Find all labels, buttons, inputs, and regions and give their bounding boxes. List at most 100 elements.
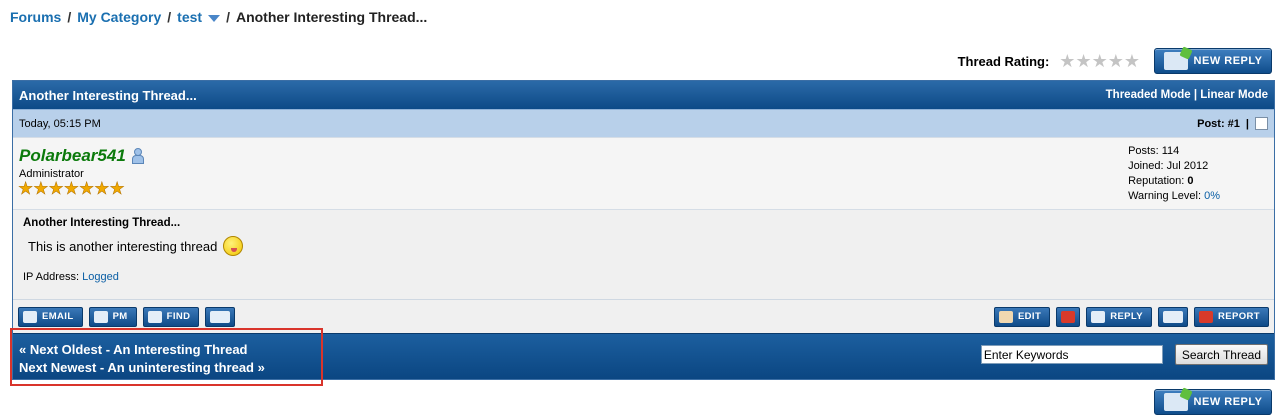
post-actions-right: EDIT REPLY REPORT: [993, 306, 1269, 327]
stat-posts-label: Posts:: [1128, 145, 1159, 157]
breadcrumb-forums-link[interactable]: Forums: [10, 9, 61, 25]
post-subject: Another Interesting Thread...: [23, 217, 181, 229]
add-buddy-icon: [210, 310, 231, 323]
email-label: EMAIL: [42, 311, 74, 322]
post-select-checkbox[interactable]: [1255, 117, 1268, 130]
stat-reputation-value[interactable]: 0: [1187, 175, 1193, 187]
stat-joined-label: Joined:: [1128, 160, 1164, 172]
find-button[interactable]: FIND: [142, 306, 200, 327]
breadcrumb: Forums / My Category / test / Another Interest…: [10, 9, 427, 25]
post-number-separator: |: [1245, 117, 1249, 130]
reply-icon: [1091, 310, 1106, 323]
new-reply-label: NEW REPLY: [1193, 396, 1263, 408]
new-reply-icon: [1163, 393, 1188, 411]
rating-star-icon[interactable]: ★: [1059, 52, 1075, 70]
author-rank-stars: ★ ★ ★ ★ ★ ★ ★: [18, 179, 125, 198]
post-author-area: Polarbear541 Administrator ★ ★ ★ ★ ★ ★ ★…: [13, 137, 1274, 209]
report-button[interactable]: REPORT: [1194, 306, 1269, 327]
magnifier-icon: [147, 310, 162, 323]
edit-label: EDIT: [1017, 311, 1042, 322]
email-button[interactable]: EMAIL: [18, 306, 83, 327]
stat-warning-label: Warning Level:: [1128, 190, 1202, 202]
breadcrumb-test-link[interactable]: test: [177, 9, 202, 25]
rank-star-icon: ★: [48, 179, 64, 198]
author-username[interactable]: Polarbear541: [19, 146, 144, 166]
stat-reputation-label: Reputation:: [1128, 175, 1185, 187]
new-reply-icon: [1163, 52, 1188, 70]
thread-nav-links: « Next Oldest - An Interesting Thread Ne…: [19, 341, 265, 377]
email-icon: [23, 310, 37, 323]
stat-joined: Joined: Jul 2012: [1128, 159, 1220, 174]
rank-star-icon: ★: [109, 179, 125, 198]
new-reply-label: NEW REPLY: [1193, 55, 1263, 67]
breadcrumb-category-link[interactable]: My Category: [77, 9, 161, 25]
view-modes: Threaded Mode | Linear Mode: [1106, 89, 1268, 101]
ip-logged-link[interactable]: Logged: [82, 271, 119, 283]
rating-star-icon[interactable]: ★: [1108, 52, 1124, 70]
rating-star-icon[interactable]: ★: [1092, 52, 1108, 70]
rating-star-icon[interactable]: ★: [1075, 52, 1091, 70]
reply-label: REPLY: [1110, 311, 1143, 322]
post-number-area: Post: #1 |: [1197, 117, 1268, 130]
rank-star-icon: ★: [63, 179, 79, 198]
tongue-smiley-icon: [223, 236, 244, 256]
delete-button[interactable]: [1056, 306, 1081, 327]
breadcrumb-separator: /: [67, 9, 72, 25]
report-label: REPORT: [1218, 311, 1260, 322]
thread-search: Search Thread: [980, 344, 1268, 365]
modes-separator: |: [1193, 89, 1198, 101]
multiquote-button[interactable]: [1158, 306, 1188, 327]
dropdown-arrow-icon[interactable]: [208, 14, 221, 22]
thread-navigation-bar: « Next Oldest - An Interesting Thread Ne…: [13, 333, 1274, 379]
thread-title: Another Interesting Thread...: [19, 87, 197, 103]
rating-star-icon[interactable]: ★: [1124, 52, 1140, 70]
new-reply-button-bottom[interactable]: NEW REPLY: [1154, 389, 1272, 415]
post-message-text: This is another interesting thread: [28, 238, 218, 254]
bottom-reply-area: NEW REPLY: [1154, 389, 1272, 415]
search-thread-button[interactable]: Search Thread: [1174, 344, 1268, 365]
search-keywords-input[interactable]: [980, 345, 1163, 364]
post-message: This is another interesting thread: [28, 236, 244, 256]
rank-star-icon: ★: [79, 179, 95, 198]
linear-mode-link[interactable]: Linear Mode: [1200, 89, 1268, 101]
rank-star-icon: ★: [33, 179, 49, 198]
author-stats: Posts: 114 Joined: Jul 2012 Reputation: …: [1128, 144, 1220, 204]
report-icon: [1199, 310, 1213, 323]
add-buddy-button[interactable]: [205, 306, 236, 327]
thread-container: Another Interesting Thread... Threaded M…: [12, 80, 1275, 380]
ip-address: IP Address: Logged: [23, 271, 119, 283]
pm-label: PM: [112, 311, 128, 322]
edit-button[interactable]: EDIT: [993, 306, 1051, 327]
breadcrumb-separator: /: [226, 9, 230, 25]
rank-star-icon: ★: [18, 179, 34, 198]
multiquote-icon: [1163, 310, 1183, 323]
post-number-link[interactable]: Post: #1: [1197, 118, 1240, 130]
post-actions-left: EMAIL PM FIND: [18, 306, 236, 327]
rating-stars[interactable]: ★ ★ ★ ★ ★: [1059, 52, 1140, 70]
post-date: Today, 05:15 PM: [19, 117, 101, 130]
stat-warning-link[interactable]: 0%: [1204, 190, 1220, 202]
new-reply-button[interactable]: NEW REPLY: [1154, 48, 1272, 74]
thread-rating-row: Thread Rating: ★ ★ ★ ★ ★ NEW REPLY: [958, 48, 1272, 74]
author-username-text[interactable]: Polarbear541: [19, 146, 126, 165]
user-offline-icon: [131, 148, 144, 164]
next-newest-link[interactable]: Next Newest - An uninteresting thread »: [19, 359, 265, 377]
breadcrumb-current: Another Interesting Thread...: [235, 9, 428, 25]
next-oldest-link[interactable]: « Next Oldest - An Interesting Thread: [19, 341, 265, 359]
stat-posts: Posts: 114: [1128, 144, 1220, 159]
pm-icon: [93, 310, 108, 323]
delete-x-icon: [1061, 310, 1076, 323]
post-actions: EMAIL PM FIND EDIT REPLY REPORT: [13, 299, 1274, 333]
breadcrumb-separator: /: [167, 9, 172, 25]
pm-button[interactable]: PM: [88, 306, 137, 327]
ip-label: IP Address:: [23, 271, 80, 283]
stat-joined-value: Jul 2012: [1166, 160, 1209, 172]
post-header: Today, 05:15 PM Post: #1 |: [13, 109, 1274, 137]
thread-rating-label: Thread Rating:: [957, 53, 1050, 69]
thread-title-bar: Another Interesting Thread... Threaded M…: [13, 81, 1274, 109]
post-body: Another Interesting Thread... This is an…: [13, 209, 1274, 299]
find-label: FIND: [166, 311, 191, 322]
stat-posts-value: 114: [1161, 145, 1180, 157]
threaded-mode-link[interactable]: Threaded Mode: [1106, 89, 1191, 101]
reply-button[interactable]: REPLY: [1086, 306, 1152, 327]
